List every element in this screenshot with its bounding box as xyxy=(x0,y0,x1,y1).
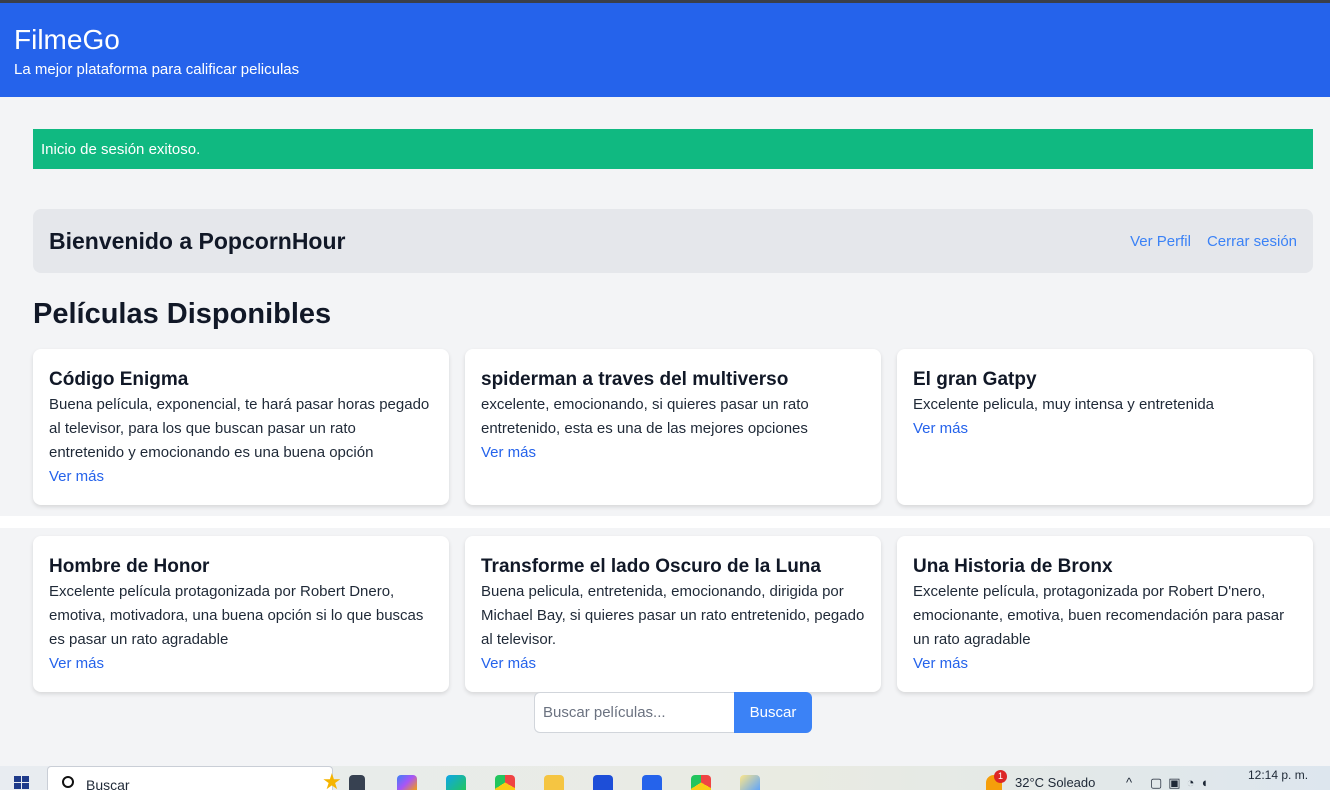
notification-badge: 1 xyxy=(994,770,1007,783)
view-profile-link[interactable]: Ver Perfil xyxy=(1130,233,1191,250)
see-more-link[interactable]: Ver más xyxy=(481,441,536,465)
welcome-bar: Bienvenido a PopcornHour Ver Perfil Cerr… xyxy=(33,209,1313,273)
brand-tagline: La mejor plataforma para calificar pelic… xyxy=(14,61,300,78)
edge-icon[interactable] xyxy=(446,775,466,790)
movie-title: Transforme el lado Oscuro de la Luna xyxy=(481,556,821,577)
search-highlight-icon: ★ xyxy=(322,769,342,790)
movie-description: Excelente pelicula, muy intensa y entret… xyxy=(913,396,1215,413)
page-title: Películas Disponibles xyxy=(33,298,332,330)
movie-card: Hombre de Honor Excelente película prota… xyxy=(33,536,449,692)
search-input[interactable] xyxy=(534,692,734,733)
logout-link[interactable]: Cerrar sesión xyxy=(1207,233,1297,250)
search-icon xyxy=(62,776,74,788)
weather-text[interactable]: 32°C Soleado xyxy=(1015,775,1095,790)
section-divider xyxy=(0,516,1330,528)
movie-title: Una Historia de Bronx xyxy=(913,556,1113,577)
movie-description: Buena pelicula, entretenida, emocionando… xyxy=(481,583,865,648)
windows-start-icon[interactable] xyxy=(14,776,30,790)
see-more-link[interactable]: Ver más xyxy=(49,652,104,676)
movie-card: spiderman a traves del multiverso excele… xyxy=(465,349,881,505)
site-header: FilmeGo La mejor plataforma para calific… xyxy=(0,3,1330,97)
system-tray-icons[interactable]: ▢▣◔◖ xyxy=(1150,775,1214,790)
movie-card: El gran Gatpy Excelente pelicula, muy in… xyxy=(897,349,1313,505)
taskbar-search[interactable]: Buscar ★ xyxy=(47,766,342,790)
chrome-icon[interactable] xyxy=(495,775,515,790)
movie-description: Buena película, exponencial, te hará pas… xyxy=(49,396,430,461)
paint-icon[interactable] xyxy=(740,775,760,790)
movie-description: excelente, emocionando, si quieres pasar… xyxy=(481,396,809,437)
brand-title[interactable]: FilmeGo xyxy=(14,25,1316,55)
copilot-icon[interactable] xyxy=(397,775,417,790)
chrome-icon[interactable] xyxy=(691,775,711,790)
see-more-link[interactable]: Ver más xyxy=(481,652,536,676)
movie-title: Hombre de Honor xyxy=(49,556,210,577)
clock[interactable]: 12:14 p. m. xyxy=(1248,768,1308,782)
taskbar-search-label: Buscar xyxy=(86,777,130,790)
movie-title: Código Enigma xyxy=(49,369,189,390)
task-view-icon[interactable] xyxy=(349,775,365,790)
chevron-up-icon[interactable]: ^ xyxy=(1126,775,1132,790)
user-links: Ver Perfil Cerrar sesión xyxy=(1130,233,1297,250)
windows-taskbar: Buscar ★ 1 32°C Soleado ^ ▢▣◔◖ 12:14 p. … xyxy=(0,766,1330,790)
movie-description: Excelente película, protagonizada por Ro… xyxy=(913,583,1285,648)
movie-title: spiderman a traves del multiverso xyxy=(481,369,789,390)
welcome-title: Bienvenido a PopcornHour xyxy=(49,227,346,254)
movie-title: El gran Gatpy xyxy=(913,369,1037,390)
movie-search-form: Buscar xyxy=(534,692,812,733)
see-more-link[interactable]: Ver más xyxy=(913,652,968,676)
store-icon[interactable] xyxy=(593,775,613,790)
movie-card: Transforme el lado Oscuro de la Luna Bue… xyxy=(465,536,881,692)
movie-description: Excelente película protagonizada por Rob… xyxy=(49,583,424,648)
movie-card: Código Enigma Buena película, exponencia… xyxy=(33,349,449,505)
search-button[interactable]: Buscar xyxy=(734,692,812,733)
see-more-link[interactable]: Ver más xyxy=(913,417,968,441)
movie-card: Una Historia de Bronx Excelente película… xyxy=(897,536,1313,692)
file-explorer-icon[interactable] xyxy=(544,775,564,790)
see-more-link[interactable]: Ver más xyxy=(49,465,104,489)
vscode-icon[interactable] xyxy=(642,775,662,790)
success-alert: Inicio de sesión exitoso. xyxy=(33,129,1313,169)
